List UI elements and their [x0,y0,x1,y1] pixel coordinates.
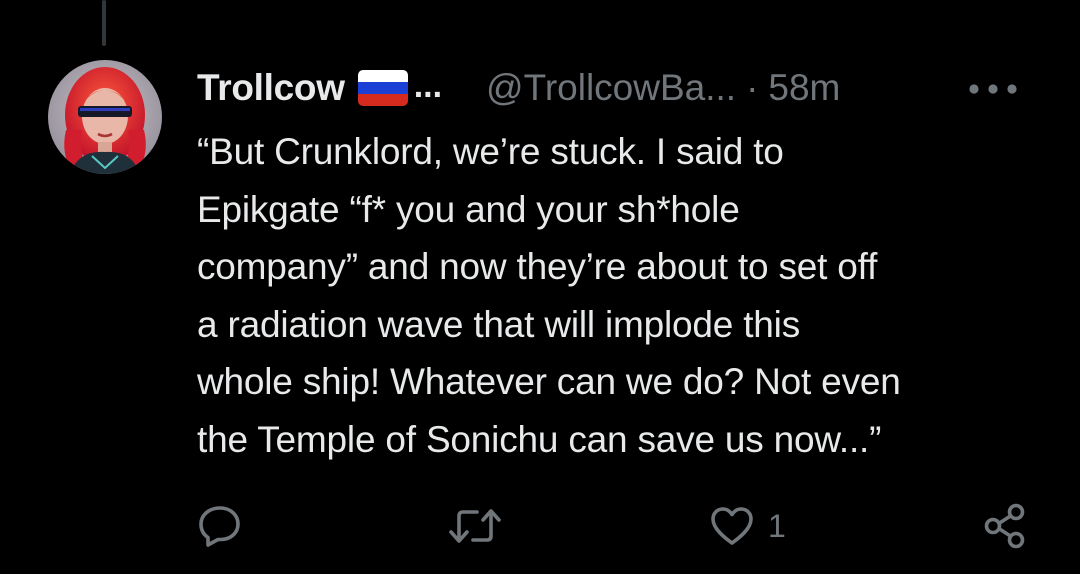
thread-connector-line [102,0,106,46]
more-icon [969,84,1017,94]
share-button[interactable] [982,502,1028,550]
like-count: 1 [768,507,786,544]
flag-stripe-blue [357,82,408,94]
name-truncation: ... [413,66,443,105]
reply-icon [199,506,240,547]
russia-flag-icon [357,70,408,106]
tweet-text: “But Crunklord, we’re stuck. I said to E… [197,131,901,460]
avatar[interactable] [48,60,162,174]
flag-stripe-white [357,70,408,82]
heart-icon [711,507,753,545]
timestamp[interactable]: 58m [768,67,840,109]
more-options-button[interactable] [960,74,1026,104]
flag-stripe-red [357,94,408,106]
share-icon [984,503,1025,549]
user-handle[interactable]: @TrollcowBa... [486,67,736,109]
tweet-header: Trollcow ... @TrollcowBa... · 58m [197,62,1037,114]
reply-button[interactable] [197,504,243,548]
avatar-image [48,60,162,174]
separator-dot: · [746,67,759,108]
retweet-button[interactable] [447,504,503,548]
tweet-actions: 1 [0,500,1080,556]
retweet-icon [449,509,501,543]
like-button[interactable]: 1 [708,504,786,548]
display-name[interactable]: Trollcow [197,67,345,109]
